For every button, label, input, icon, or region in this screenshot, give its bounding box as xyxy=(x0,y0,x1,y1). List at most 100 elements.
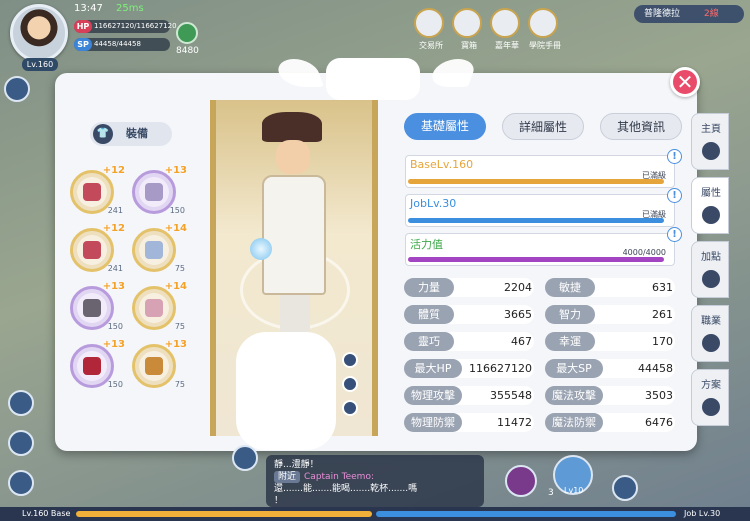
vitality-status: 4000/4000 xyxy=(622,248,666,257)
equipment-slot[interactable]: +13 150 xyxy=(132,165,187,215)
job-level-box: JobLv.30 已滿級 ! xyxy=(405,188,682,227)
equipment-slot[interactable]: +12 241 xyxy=(70,223,125,273)
chat-channel: 附近 xyxy=(274,471,301,483)
stat-row: 靈巧 467 xyxy=(404,332,534,351)
stat-value: 3665 xyxy=(504,308,532,321)
equipment-item-icon xyxy=(83,299,101,317)
info-icon[interactable]: ! xyxy=(667,149,682,164)
stat-name: 物理防禦 xyxy=(404,413,462,432)
character-face xyxy=(276,140,310,174)
refine-level: +14 xyxy=(164,281,187,292)
refine-level: +14 xyxy=(164,223,187,234)
info-icon[interactable]: ! xyxy=(667,188,682,203)
gear-icon[interactable] xyxy=(342,376,358,392)
character-coat xyxy=(262,175,326,295)
gear-icon[interactable] xyxy=(342,352,358,368)
currency-icon[interactable] xyxy=(176,22,198,44)
job-exp-fill xyxy=(376,511,676,517)
carnival-icon[interactable]: 嘉年華 xyxy=(490,8,520,50)
chat-line: 靜...澧靜！ xyxy=(274,460,319,470)
stat-value: 3503 xyxy=(645,389,673,402)
equipment-item-icon xyxy=(83,241,101,259)
side-tab[interactable]: 職業 xyxy=(691,305,729,362)
player-level: Lv.160 xyxy=(22,58,58,71)
equipment-header[interactable]: 👕 裝備 xyxy=(90,122,172,146)
tab-basic-attributes[interactable]: 基礎屬性 xyxy=(404,113,486,140)
tab-detail-attributes[interactable]: 詳細屬性 xyxy=(502,113,584,140)
sp-bar: SP 44458/44458 xyxy=(74,38,170,51)
chest-icon[interactable]: 寶箱 xyxy=(452,8,482,50)
slot-number: 150 xyxy=(107,322,123,331)
equipment-slot[interactable]: +12 241 xyxy=(70,165,125,215)
job-level-bar xyxy=(408,218,664,223)
stat-row: 最大HP 116627120 xyxy=(404,359,534,378)
edit-icon[interactable] xyxy=(342,400,358,416)
name-redaction xyxy=(326,58,420,100)
stat-value: 631 xyxy=(652,281,673,294)
vitality-bar xyxy=(408,257,664,262)
slot-number: 150 xyxy=(169,206,185,215)
side-tab-label: 職業 xyxy=(701,316,721,327)
equipment-label: 裝備 xyxy=(126,127,148,140)
refine-level: +13 xyxy=(102,339,125,350)
skill-slot-icon[interactable] xyxy=(505,465,537,497)
top-icon-row: 交易所 寶箱 嘉年華 學院手冊 xyxy=(414,8,561,50)
menu-icon[interactable] xyxy=(8,390,34,416)
equipment-slot[interactable]: +13 150 xyxy=(70,339,125,389)
panel-edge xyxy=(210,100,216,436)
refresh-icon[interactable] xyxy=(8,430,34,456)
info-icon[interactable]: ! xyxy=(667,227,682,242)
stat-name: 體質 xyxy=(404,305,454,324)
equipment-slot[interactable]: +13 75 xyxy=(132,339,187,389)
side-tab[interactable]: 屬性 xyxy=(691,177,729,234)
slot-number: 150 xyxy=(107,380,123,389)
refine-level: +13 xyxy=(102,281,125,292)
skill-icon[interactable] xyxy=(8,470,34,496)
swap-icon[interactable] xyxy=(4,76,30,102)
equipment-item-icon xyxy=(145,183,163,201)
map-name[interactable]: 普隆德拉 2線 xyxy=(634,5,744,23)
hp-bar: HP 116627120/116627120 xyxy=(74,20,177,33)
hp-tag: HP xyxy=(74,20,92,33)
stat-name: 魔法攻擊 xyxy=(545,386,603,405)
stat-row: 物理防禦 11472 xyxy=(404,413,534,432)
chat-toggle-icon[interactable] xyxy=(232,445,258,471)
equipment-slot[interactable]: +14 75 xyxy=(132,223,187,273)
close-button[interactable]: ✕ xyxy=(670,67,700,97)
player-avatar[interactable] xyxy=(10,4,68,62)
stat-name: 幸運 xyxy=(545,332,595,351)
stat-row: 敏捷 631 xyxy=(545,278,675,297)
side-tab[interactable]: 加點 xyxy=(691,241,729,298)
slot-number: 75 xyxy=(174,264,185,273)
side-tab[interactable]: 方案 xyxy=(691,369,729,426)
slot-number: 75 xyxy=(174,322,185,331)
chat-sender: Captain Teemo: xyxy=(304,472,374,482)
chat-box[interactable]: 靜...澧靜！ 附近 Captain Teemo: 還.......能......… xyxy=(266,455,484,507)
panel-edge xyxy=(372,100,378,436)
equipment-slot[interactable]: +13 150 xyxy=(70,281,125,331)
stat-value: 44458 xyxy=(638,362,673,375)
equipment-item-icon xyxy=(145,357,163,375)
side-tab-label: 方案 xyxy=(701,380,721,391)
target-icon[interactable] xyxy=(612,475,638,501)
trade-icon[interactable]: 交易所 xyxy=(414,8,444,50)
stat-name: 物理攻擊 xyxy=(404,386,462,405)
job-level-label: JobLv.30 xyxy=(410,197,457,210)
stat-row: 最大SP 44458 xyxy=(545,359,675,378)
equipment-slot[interactable]: +14 75 xyxy=(132,281,187,331)
slot-number: 241 xyxy=(107,206,123,215)
stat-value: 6476 xyxy=(645,416,673,429)
refine-level: +12 xyxy=(102,165,125,176)
exp-bar: Lv.160 Base Job Lv.30 xyxy=(0,507,750,521)
stat-value: 355548 xyxy=(490,389,532,402)
handbook-icon[interactable]: 學院手冊 xyxy=(528,8,561,50)
side-tab-icon xyxy=(702,142,720,160)
pet-level: Lv10 xyxy=(564,486,584,495)
stat-name: 智力 xyxy=(545,305,595,324)
side-tab-label: 加點 xyxy=(701,252,721,263)
base-exp-fill xyxy=(76,511,372,517)
tab-other-info[interactable]: 其他資訊 xyxy=(600,113,682,140)
side-tab[interactable]: 主頁 xyxy=(691,113,729,170)
pet-counter: 3 xyxy=(548,488,554,498)
character-hat xyxy=(262,112,322,142)
